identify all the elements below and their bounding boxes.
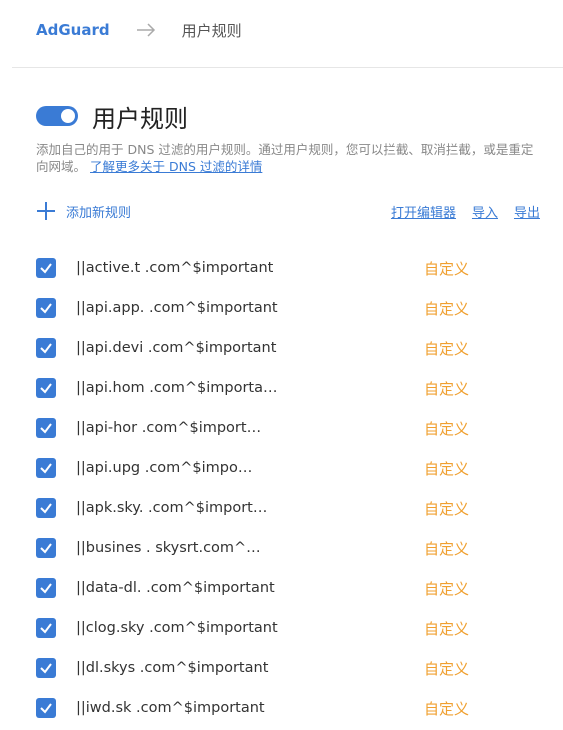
actions-row: 添加新规则 打开编辑器 导入 导出 (36, 200, 540, 222)
rule-checkbox[interactable] (36, 658, 56, 678)
rule-text[interactable]: ||apk.sky. .com^$import… (76, 500, 376, 516)
checkmark-icon (40, 543, 52, 554)
export-link[interactable]: 导出 (514, 202, 540, 221)
checkmark-icon (40, 423, 52, 434)
rule-text[interactable]: ||api.hom .com^$importa… (76, 380, 376, 396)
rule-row: ||data-dl. .com^$important 自定义 (36, 568, 546, 608)
toggle-knob (61, 109, 75, 123)
rule-checkbox[interactable] (36, 258, 56, 278)
user-rules-page: AdGuard 用户规则 用户规则 添加自己的用于 DNS 过滤的用户规则。通过… (0, 0, 563, 730)
rule-text[interactable]: ||dl.skys .com^$important (76, 660, 376, 676)
rule-row: ||iwd.sk .com^$important 自定义 (36, 688, 546, 728)
rule-tag: 自定义 (424, 699, 470, 718)
rule-text[interactable]: ||api-hor .com^$import… (76, 420, 376, 436)
rule-checkbox[interactable] (36, 458, 56, 478)
user-rules-toggle[interactable] (36, 106, 78, 126)
rule-tag: 自定义 (424, 299, 470, 318)
rule-text[interactable]: ||iwd.sk .com^$important (76, 700, 376, 716)
checkmark-icon (40, 623, 52, 634)
rule-text[interactable]: ||busines . skysrt.com^… (76, 540, 376, 556)
checkmark-icon (40, 663, 52, 674)
rule-checkbox[interactable] (36, 498, 56, 518)
rule-row: ||api-hor .com^$import… 自定义 (36, 408, 546, 448)
rule-checkbox[interactable] (36, 298, 56, 318)
checkmark-icon (40, 703, 52, 714)
rule-checkbox[interactable] (36, 578, 56, 598)
rule-text[interactable]: ||api.upg .com^$impo… (76, 460, 376, 476)
breadcrumb-current: 用户规则 (181, 21, 242, 40)
rule-row: ||apk.sky. .com^$import… 自定义 (36, 488, 546, 528)
rule-text[interactable]: ||api.app. .com^$important (76, 300, 376, 316)
rule-row: ||clog.sky .com^$important 自定义 (36, 608, 546, 648)
rule-checkbox[interactable] (36, 698, 56, 718)
rule-text[interactable]: ||data-dl. .com^$important (76, 580, 376, 596)
checkmark-icon (40, 343, 52, 354)
rule-row: ||busines . skysrt.com^… 自定义 (36, 528, 546, 568)
page-title: 用户规则 (92, 104, 188, 133)
rule-checkbox[interactable] (36, 338, 56, 358)
arrow-right-icon (136, 23, 155, 37)
rule-tag: 自定义 (424, 459, 470, 478)
import-link[interactable]: 导入 (472, 202, 498, 221)
rule-tag: 自定义 (424, 259, 470, 278)
rule-checkbox[interactable] (36, 538, 56, 558)
checkmark-icon (40, 503, 52, 514)
rule-text[interactable]: ||api.devi .com^$important (76, 340, 376, 356)
rule-row: ||api.app. .com^$important 自定义 (36, 288, 546, 328)
rule-checkbox[interactable] (36, 378, 56, 398)
rule-tag: 自定义 (424, 659, 470, 678)
checkmark-icon (40, 383, 52, 394)
checkmark-icon (40, 263, 52, 274)
rule-text[interactable]: ||active.t .com^$important (76, 260, 376, 276)
rule-row: ||api.hom .com^$importa… 自定义 (36, 368, 546, 408)
checkmark-icon (40, 303, 52, 314)
rule-tag: 自定义 (424, 339, 470, 358)
breadcrumb: AdGuard 用户规则 (36, 18, 242, 42)
rule-row: ||active.t .com^$important 自定义 (36, 248, 546, 288)
rule-tag: 自定义 (424, 379, 470, 398)
rule-tag: 自定义 (424, 499, 470, 518)
rule-text[interactable]: ||clog.sky .com^$important (76, 620, 376, 636)
add-rule-label: 添加新规则 (66, 205, 132, 221)
checkmark-icon (40, 463, 52, 474)
learn-more-link[interactable]: 了解更多关于 DNS 过滤的详情 (90, 159, 262, 174)
rules-list: ||active.t .com^$important 自定义 ||api.app… (36, 248, 546, 728)
add-rule-button[interactable]: 添加新规则 (36, 201, 131, 221)
title-row: 用户规则 (36, 98, 188, 134)
header-divider (12, 67, 563, 68)
rule-tag: 自定义 (424, 579, 470, 598)
rule-row: ||api.upg .com^$impo… 自定义 (36, 448, 546, 488)
rule-checkbox[interactable] (36, 618, 56, 638)
description: 添加自己的用于 DNS 过滤的用户规则。通过用户规则，您可以拦截、取消拦截，或是… (36, 141, 536, 175)
rule-checkbox[interactable] (36, 418, 56, 438)
breadcrumb-home-link[interactable]: AdGuard (36, 21, 110, 39)
open-editor-link[interactable]: 打开编辑器 (391, 202, 456, 221)
checkmark-icon (40, 583, 52, 594)
plus-icon (36, 201, 56, 221)
rule-tag: 自定义 (424, 419, 470, 438)
rule-row: ||dl.skys .com^$important 自定义 (36, 648, 546, 688)
rule-tag: 自定义 (424, 539, 470, 558)
rule-tag: 自定义 (424, 619, 470, 638)
rule-row: ||api.devi .com^$important 自定义 (36, 328, 546, 368)
